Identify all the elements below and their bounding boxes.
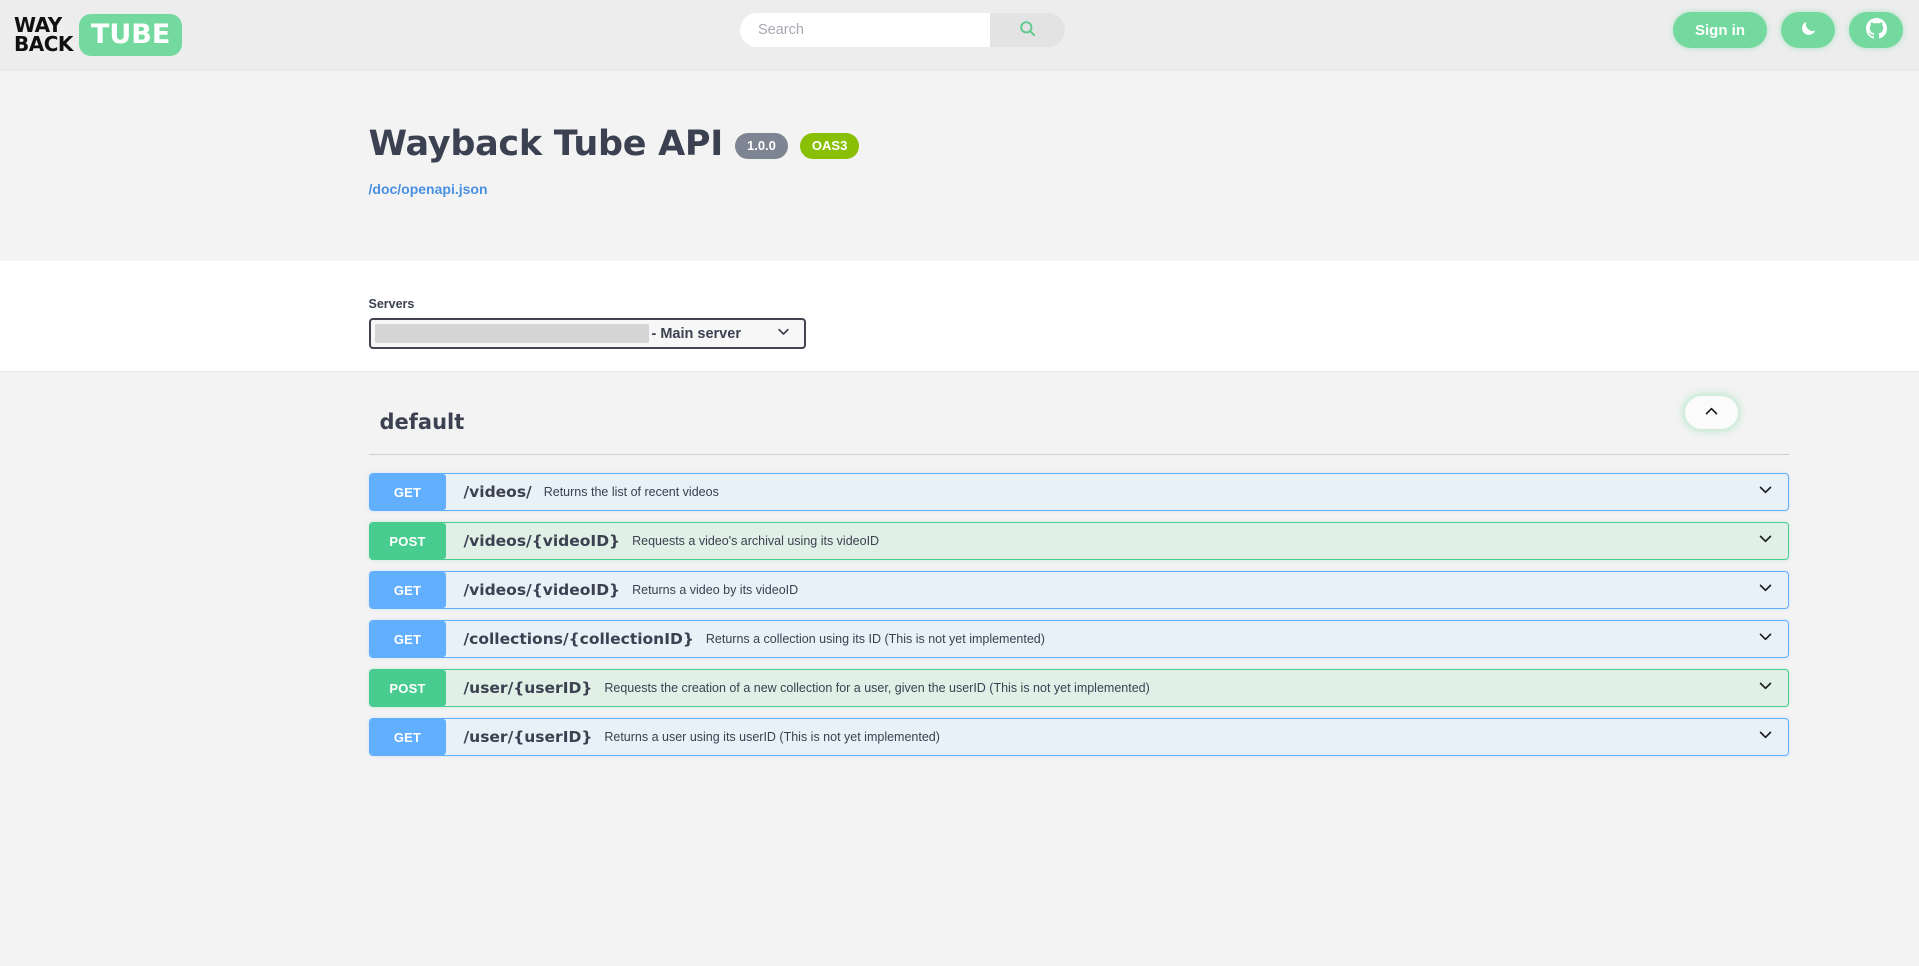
oas-badge: OAS3 (799, 133, 860, 159)
operation-method-badge: GET (369, 621, 446, 657)
search-button[interactable] (990, 13, 1065, 47)
operation-path: /videos/{videoID} (463, 581, 621, 599)
operation-row-get-3[interactable]: GET /collections/{collectionID} Returns … (368, 620, 1789, 658)
search-input[interactable] (740, 13, 990, 47)
server-selected-value: - Main server (651, 325, 741, 342)
operation-path: /user/{userID} (463, 728, 593, 746)
operation-row-get-5[interactable]: GET /user/{userID} Returns a user using … (368, 718, 1789, 756)
api-title-row: Wayback Tube API 1.0.0 OAS3 (369, 124, 1551, 164)
chevron-up-icon (1703, 403, 1720, 423)
header-actions: Sign in (1673, 12, 1903, 48)
search-icon (1018, 19, 1037, 41)
operation-description: Requests the creation of a new collectio… (604, 681, 1150, 695)
api-info-section: Wayback Tube API 1.0.0 OAS3 /doc/openapi… (0, 69, 1919, 261)
github-icon (1865, 18, 1887, 42)
sign-in-button[interactable]: Sign in (1673, 12, 1767, 48)
operation-row-post-4[interactable]: POST /user/{userID} Requests the creatio… (368, 669, 1789, 707)
logo-line-back: BACK (14, 31, 73, 56)
version-badge: 1.0.0 (734, 133, 788, 159)
chevron-down-icon (776, 324, 791, 344)
tag-header[interactable]: default (368, 396, 1789, 455)
tag-section: default GET /videos/ Returns the list of… (0, 372, 1919, 756)
chevron-down-icon (1757, 530, 1774, 552)
operation-row-get-0[interactable]: GET /videos/ Returns the list of recent … (368, 473, 1789, 511)
moon-icon (1799, 19, 1818, 41)
logo-wayback-text: WAY BACK (14, 15, 73, 56)
operation-description: Returns a collection using its ID (This … (705, 632, 1045, 646)
site-header: WAY BACK TUBE Sign in (0, 0, 1919, 69)
operation-description: Returns a video by its videoID (632, 583, 799, 597)
operation-path: /videos/ (463, 483, 532, 501)
chevron-down-icon (1757, 726, 1774, 748)
operation-description: Requests a video's archival using its vi… (632, 534, 880, 548)
operation-method-badge: GET (369, 719, 446, 755)
servers-label: Servers (368, 297, 415, 311)
site-logo[interactable]: WAY BACK TUBE (14, 13, 183, 56)
logo-tube-badge: TUBE (78, 13, 183, 56)
operation-path: /videos/{videoID} (463, 532, 621, 550)
chevron-down-icon (1757, 677, 1774, 699)
operation-path: /user/{userID} (463, 679, 593, 697)
chevron-down-icon (1757, 579, 1774, 601)
operation-description: Returns a user using its userID (This is… (604, 730, 940, 744)
github-button[interactable] (1849, 12, 1903, 48)
server-url-redacted (374, 324, 649, 343)
chevron-down-icon (1757, 628, 1774, 650)
chevron-down-icon (1757, 481, 1774, 503)
theme-toggle-button[interactable] (1781, 12, 1835, 48)
operation-row-get-2[interactable]: GET /videos/{videoID} Returns a video by… (368, 571, 1789, 609)
operation-description: Returns the list of recent videos (543, 485, 719, 499)
operation-method-badge: POST (369, 523, 446, 559)
search-bar (740, 13, 1065, 47)
operation-method-badge: GET (369, 474, 446, 510)
operations-list: GET /videos/ Returns the list of recent … (368, 473, 1789, 756)
tag-name: default (379, 410, 465, 434)
server-select[interactable]: - Main server (368, 318, 806, 349)
openapi-spec-link[interactable]: /doc/openapi.json (369, 181, 488, 197)
tag-collapse-button[interactable] (1684, 396, 1738, 429)
servers-section: Servers - Main server (0, 261, 1919, 372)
operation-method-badge: POST (369, 670, 446, 706)
operation-row-post-1[interactable]: POST /videos/{videoID} Requests a video'… (368, 522, 1789, 560)
operation-method-badge: GET (369, 572, 446, 608)
operation-path: /collections/{collectionID} (463, 630, 694, 648)
page-title: Wayback Tube API (368, 124, 724, 164)
